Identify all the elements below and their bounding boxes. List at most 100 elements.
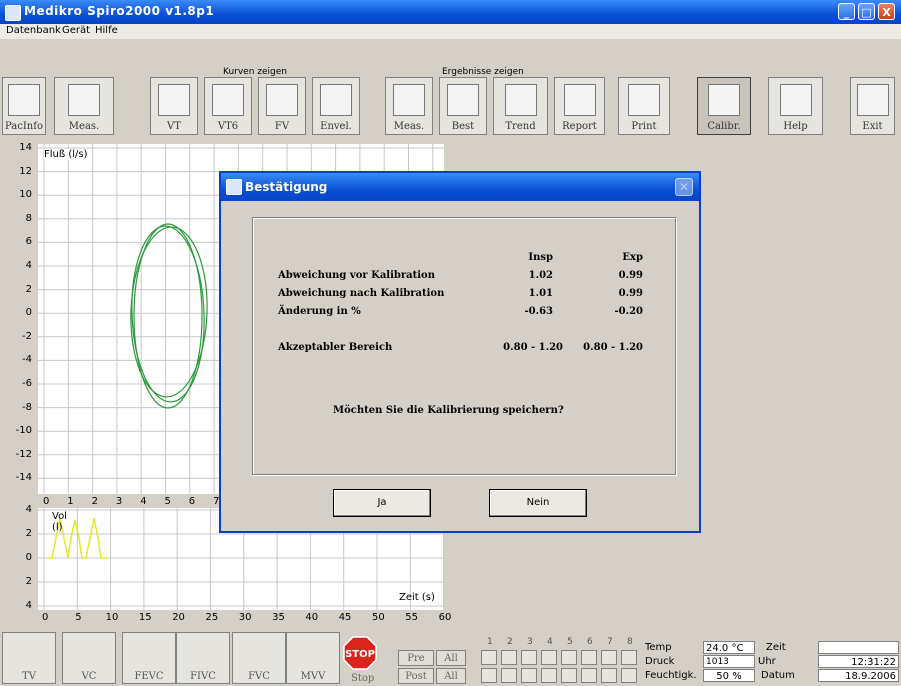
- volume-ytick: 0: [25, 552, 32, 563]
- trial-cell[interactable]: [481, 650, 497, 665]
- trial-number: 5: [567, 637, 573, 647]
- trial-cell[interactable]: [501, 650, 517, 665]
- stop-button[interactable]: STOP: [343, 636, 377, 670]
- trend-icon: [504, 84, 537, 116]
- print-icon: [628, 84, 660, 116]
- toolbar-button-label: Help: [783, 121, 808, 132]
- toolbar-button-10[interactable]: Print: [618, 77, 670, 135]
- toolbar-button-label: FV: [274, 121, 290, 132]
- trial-number: 4: [547, 637, 553, 647]
- trial-cell[interactable]: [621, 650, 637, 665]
- toolbar-button-label: PacInfo: [5, 121, 43, 132]
- no-button[interactable]: Nein: [489, 489, 587, 517]
- flow-ylabel: Fluß (l/s): [44, 149, 88, 160]
- toolbar-button-9[interactable]: Report: [554, 77, 605, 135]
- curve-mode-button-fivc[interactable]: FIVC: [176, 632, 230, 684]
- toolbar-button-2[interactable]: VT: [150, 77, 198, 135]
- trial-number: 6: [587, 637, 593, 647]
- temp-label: Temp: [645, 642, 672, 653]
- curve-mode-label: FVC: [248, 671, 270, 682]
- curve-mode-label: MVV: [300, 671, 326, 682]
- trial-cell[interactable]: [601, 650, 617, 665]
- post-button[interactable]: Post: [398, 668, 434, 684]
- menu-hilfe[interactable]: Hilfe: [95, 25, 118, 36]
- flow-xtick: 3: [115, 496, 123, 507]
- row-label-before: Abweichung vor Kalibration: [278, 270, 435, 281]
- flow-ytick: 6: [25, 236, 32, 248]
- trial-cell[interactable]: [621, 668, 637, 683]
- row-label-change: Änderung in %: [278, 306, 361, 317]
- flow-ytick: 8: [25, 212, 32, 224]
- flow-ytick: -4: [22, 354, 32, 366]
- toolbar-button-8[interactable]: Trend: [493, 77, 548, 135]
- volume-xtick: 5: [75, 612, 82, 623]
- time-value-box: [818, 641, 899, 654]
- toolbar-button-label: Exit: [862, 121, 883, 132]
- toolbar-button-label: VT: [167, 121, 181, 132]
- trial-cell[interactable]: [581, 668, 597, 683]
- stop-sign-text: STOP: [345, 649, 375, 660]
- vt-curve-icon: [158, 84, 190, 116]
- pre-all-button[interactable]: All: [436, 650, 466, 666]
- toolbar-button-0[interactable]: PacInfo: [2, 77, 46, 135]
- curve-mode-button-fvc[interactable]: FVC: [232, 632, 286, 684]
- maximize-button[interactable]: □: [858, 3, 875, 20]
- menu-geraet[interactable]: Gerät: [62, 25, 90, 36]
- toolbar-button-12[interactable]: Help: [768, 77, 823, 135]
- trial-cell[interactable]: [541, 668, 557, 683]
- vt6-curve-icon: [212, 84, 244, 116]
- close-button[interactable]: X: [878, 3, 895, 20]
- trial-cell[interactable]: [561, 668, 577, 683]
- trial-cell[interactable]: [541, 650, 557, 665]
- trial-cell[interactable]: [501, 668, 517, 683]
- toolbar-button-label: VT6: [217, 121, 239, 132]
- volume-xtick: 45: [338, 612, 352, 623]
- post-all-button[interactable]: All: [436, 668, 466, 684]
- flow-ytick: -10: [15, 425, 32, 437]
- flow-ytick: -14: [15, 472, 32, 484]
- curve-mode-button-fevc[interactable]: FEVC: [122, 632, 176, 684]
- curve-mode-label: FIVC: [190, 671, 216, 682]
- row-insp-after: 1.01: [528, 288, 553, 299]
- calibration-syringe-icon: [708, 84, 740, 116]
- curve-mode-button-mvv[interactable]: MVV: [286, 632, 340, 684]
- report-icon: [563, 84, 596, 116]
- trial-cell[interactable]: [561, 650, 577, 665]
- trial-cell[interactable]: [581, 650, 597, 665]
- toolbar-button-1[interactable]: Meas.: [54, 77, 114, 135]
- yes-button[interactable]: Ja: [333, 489, 431, 517]
- trial-cell[interactable]: [481, 668, 497, 683]
- volume-ytick: 2: [25, 576, 32, 587]
- flow-ytick: 14: [19, 142, 32, 153]
- minimize-button[interactable]: _: [838, 3, 855, 20]
- volume-xtick: 55: [405, 612, 419, 623]
- toolbar: Kurven zeigen Ergebnisse zeigen PacInfo M…: [0, 39, 901, 141]
- toolbar-button-4[interactable]: FV: [258, 77, 306, 135]
- clock-value: 12:31:22: [818, 655, 899, 668]
- humidity-value: 50 %: [703, 669, 755, 682]
- pre-button[interactable]: Pre: [398, 650, 434, 666]
- menu-datenbank[interactable]: Datenbank: [6, 25, 61, 36]
- dialog-close-button[interactable]: ✕: [675, 178, 693, 196]
- trial-cell[interactable]: [521, 668, 537, 683]
- toolbar-button-6[interactable]: Meas.: [385, 77, 433, 135]
- flow-xtick: 0: [43, 496, 50, 507]
- trial-number: 2: [507, 637, 513, 647]
- toolbar-button-11[interactable]: Calibr.: [697, 77, 751, 135]
- curve-mode-label: TV: [22, 671, 36, 682]
- curve-mode-button-tv[interactable]: TV: [2, 632, 56, 684]
- toolbar-button-5[interactable]: Envel.: [312, 77, 360, 135]
- curve-mode-button-vc[interactable]: VC: [62, 632, 116, 684]
- toolbar-button-label: Print: [631, 121, 657, 132]
- toolbar-button-7[interactable]: Best: [439, 77, 487, 135]
- trial-cell[interactable]: [601, 668, 617, 683]
- toolbar-button-3[interactable]: VT6: [204, 77, 252, 135]
- flow-ytick: 12: [19, 165, 32, 177]
- trial-cell[interactable]: [521, 650, 537, 665]
- group-label-results: Ergebnisse zeigen: [442, 67, 524, 77]
- row-label-after: Abweichung nach Kalibration: [278, 288, 445, 299]
- row-exp-before: 0.99: [618, 270, 643, 281]
- dialog-title-bar: Bestätigung ✕: [221, 173, 699, 201]
- toolbar-button-13[interactable]: Exit: [850, 77, 895, 135]
- toolbar-button-label: Meas.: [68, 121, 100, 132]
